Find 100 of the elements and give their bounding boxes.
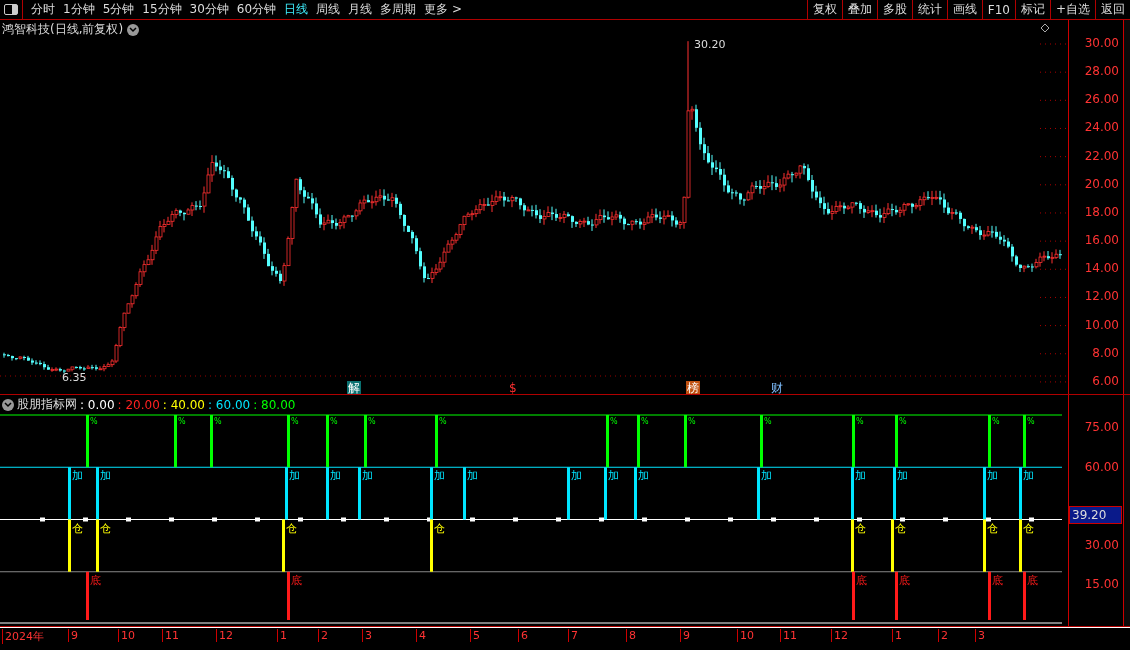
chart-title: 鸿智科技(日线,前复权) [2, 21, 124, 38]
signal-label: % [688, 417, 696, 427]
price-axis-label: 30.00 [1084, 36, 1119, 50]
price-axis-label: 12.00 [1084, 289, 1119, 304]
period-tab[interactable]: 日线 [280, 0, 313, 19]
signal-label: % [90, 417, 98, 427]
signal-label: 加 [1023, 469, 1034, 483]
signal-label: 仓 [434, 521, 445, 535]
period-tab[interactable]: 更多 > [420, 0, 466, 19]
period-tab[interactable]: 1分钟 [59, 0, 99, 19]
signal-label: 加 [897, 469, 908, 483]
time-axis-label: 3 [362, 629, 372, 643]
price-axis-label: 22.00 [1084, 148, 1119, 163]
price-axis-label: 20.00 [1084, 176, 1119, 191]
toolbar-button[interactable]: 返回 [1095, 0, 1130, 19]
current-value-box: 39.20 [1069, 506, 1122, 524]
legend-value: : 60.00 [208, 397, 251, 412]
toolbar-button[interactable]: F10 [981, 0, 1015, 19]
price-axis-label: 10.00 [1084, 317, 1119, 332]
period-tab[interactable]: 月线 [344, 0, 377, 19]
period-tab[interactable]: 15分钟 [138, 0, 186, 19]
dropdown-icon[interactable] [127, 23, 140, 36]
toolbar-button[interactable]: 标记 [1014, 0, 1050, 19]
toolbar-button[interactable]: +自选 [1049, 0, 1095, 19]
signal-label: % [899, 417, 907, 427]
signal-label: 加 [761, 469, 772, 483]
signal-bar [988, 572, 991, 621]
period-tab[interactable]: 周线 [312, 0, 345, 19]
signal-label: 加 [571, 469, 582, 483]
price-axis-label: 8.00 [1092, 345, 1119, 360]
signal-label: 加 [855, 469, 866, 483]
collapse-icon[interactable] [2, 398, 14, 411]
toolbar-button[interactable]: 复权 [806, 0, 842, 19]
time-axis-label: 3 [975, 629, 985, 643]
period-tab[interactable]: 30分钟 [185, 0, 233, 19]
time-axis-label: 10 [737, 629, 754, 643]
signal-label: 仓 [100, 521, 111, 535]
signal-label: % [368, 417, 376, 427]
event-marker[interactable]: $ [508, 381, 518, 395]
event-marker[interactable]: 榜 [686, 381, 700, 395]
signal-label: 底 [291, 574, 302, 588]
signal-label: 仓 [286, 521, 297, 535]
toolbar-button[interactable]: 叠加 [841, 0, 877, 19]
signal-bar [86, 572, 89, 621]
high-price-label: 30.20 [694, 38, 726, 51]
price-axis-label: 26.00 [1084, 92, 1119, 107]
time-axis-label: 12 [216, 629, 233, 643]
signal-label: 仓 [72, 521, 83, 535]
time-axis-label: 9 [680, 629, 690, 643]
time-axis-label: 12 [831, 629, 848, 643]
signal-label: % [610, 417, 618, 427]
legend-value: : 40.00 [162, 397, 205, 412]
event-marker[interactable]: 财 [770, 381, 784, 395]
signal-label: 底 [856, 574, 867, 588]
time-axis-label: 11 [780, 629, 797, 643]
legend-value: : 80.00 [253, 397, 296, 412]
period-tab[interactable]: 多周期 [376, 0, 421, 19]
time-axis-label: 2 [318, 629, 328, 643]
signal-label: 底 [90, 574, 101, 588]
time-axis-label: 9 [68, 629, 78, 643]
time-axis-label: 7 [568, 629, 578, 643]
time-axis-label: 11 [162, 629, 179, 643]
legend-value: : 0.00 [80, 397, 115, 412]
indicator-axis-label: 60.00 [1084, 459, 1119, 474]
signal-label: % [178, 417, 186, 427]
indicator-axis-label: 30.00 [1084, 538, 1119, 553]
price-axis-label: 16.00 [1084, 233, 1119, 248]
signal-label: % [330, 417, 338, 427]
toolbar-button[interactable]: 多股 [876, 0, 912, 19]
price-axis-label: 24.00 [1084, 120, 1119, 135]
toolbar-button[interactable]: 统计 [911, 0, 947, 19]
signal-label: 加 [434, 469, 445, 483]
indicator-name: 股朋指标网 [17, 396, 77, 414]
signal-label: 加 [100, 469, 111, 483]
time-axis-label: 1 [892, 629, 902, 643]
period-tab[interactable]: 分时 [27, 0, 59, 19]
signal-label: % [992, 417, 1000, 427]
signal-label: 仓 [1023, 521, 1034, 535]
event-marker[interactable]: 解 [347, 381, 361, 395]
legend-value: : 20.00 [117, 397, 160, 412]
price-axis-label: 14.00 [1084, 261, 1119, 276]
signal-label: 加 [72, 469, 83, 483]
time-axis-label: 2024年 [2, 629, 44, 645]
time-axis-label: 2 [938, 629, 948, 643]
signal-label: 加 [608, 469, 619, 483]
signal-label: % [856, 417, 864, 427]
signal-label: % [214, 417, 222, 427]
signal-label: 加 [467, 469, 478, 483]
time-axis-label: 10 [118, 629, 135, 643]
signal-label: 加 [987, 469, 998, 483]
period-tab[interactable]: 5分钟 [98, 0, 139, 19]
price-axis-label: 6.00 [1092, 373, 1119, 388]
signal-label: 底 [992, 574, 1003, 588]
signal-bar [287, 572, 290, 621]
time-axis-label: 1 [277, 629, 287, 643]
time-axis-label: 8 [626, 629, 636, 643]
signal-label: % [764, 417, 772, 427]
diamond-icon[interactable] [1040, 23, 1050, 33]
period-tab[interactable]: 60分钟 [232, 0, 281, 19]
toolbar-button[interactable]: 画线 [946, 0, 982, 19]
